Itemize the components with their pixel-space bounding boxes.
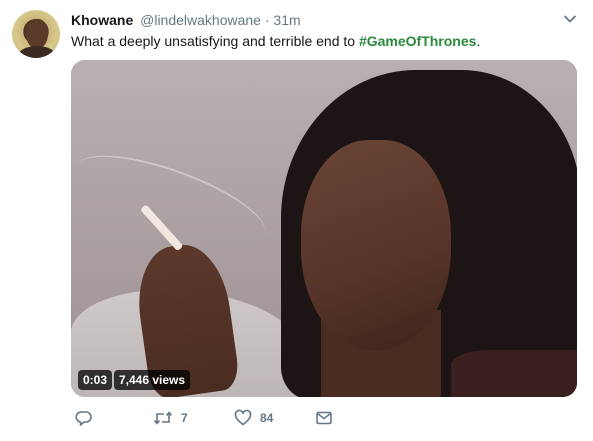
- avatar-shirt: [18, 46, 56, 58]
- video-views-badge: 7,446 views: [114, 370, 191, 390]
- like-count: 84: [260, 411, 274, 425]
- direct-message-button[interactable]: [315, 406, 333, 430]
- envelope-icon: [315, 409, 333, 427]
- hashtag-link[interactable]: #GameOfThrones: [359, 33, 476, 49]
- tweet-text-prefix: What a deeply unsatisfying and terrible …: [71, 33, 359, 49]
- retweet-count: 7: [181, 411, 188, 425]
- chevron-down-icon[interactable]: [563, 12, 577, 26]
- like-button[interactable]: 84: [234, 406, 273, 430]
- avatar[interactable]: [12, 10, 60, 58]
- reply-button[interactable]: [75, 406, 93, 430]
- video-shirt: [451, 350, 577, 397]
- author-handle[interactable]: @lindelwakhowane: [140, 12, 261, 28]
- video-duration-badge: 0:03: [78, 370, 113, 390]
- tweet-text: What a deeply unsatisfying and terrible …: [71, 31, 480, 51]
- tweet-timestamp[interactable]: 31m: [273, 12, 300, 28]
- reply-icon: [75, 409, 93, 427]
- heart-icon: [234, 409, 252, 427]
- avatar-face: [26, 19, 48, 49]
- video-face: [301, 140, 451, 350]
- retweet-icon: [153, 409, 173, 427]
- retweet-button[interactable]: 7: [153, 406, 188, 430]
- video-player[interactable]: [71, 60, 577, 397]
- tweet[interactable]: Khowane @lindelwakhowane · 31m What a de…: [0, 0, 593, 441]
- tweet-actions: 7 84: [71, 406, 371, 430]
- tweet-header: Khowane @lindelwakhowane · 31m: [71, 11, 301, 29]
- author-name[interactable]: Khowane: [71, 12, 133, 28]
- tweet-text-suffix: .: [476, 33, 481, 49]
- separator-dot: ·: [264, 12, 270, 28]
